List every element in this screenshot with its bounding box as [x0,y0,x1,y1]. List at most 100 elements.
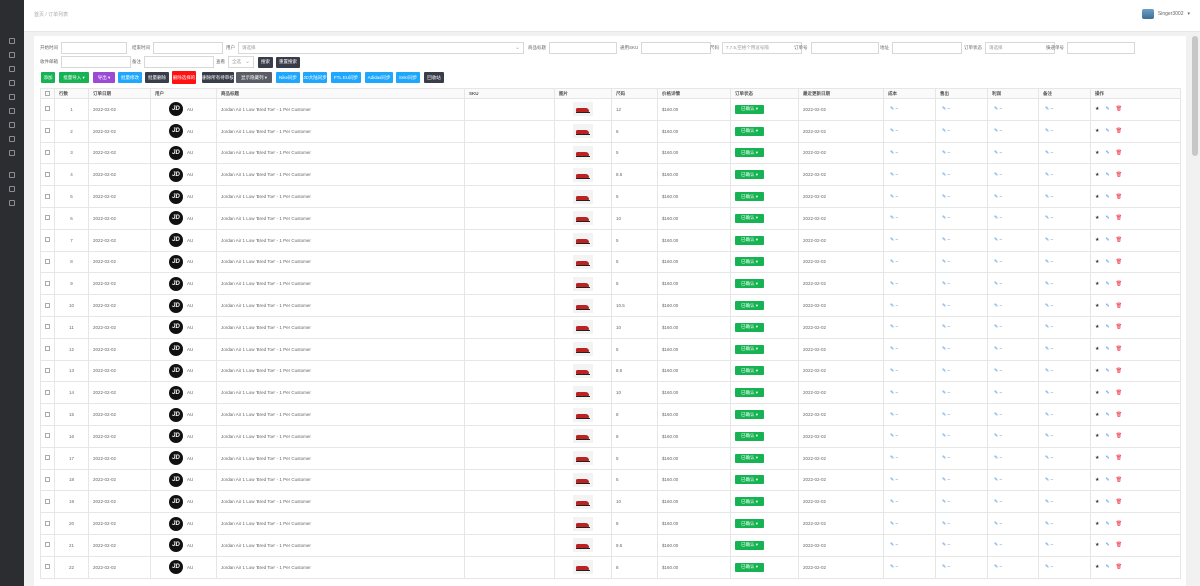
sneaker-thumbnail[interactable] [573,385,593,400]
table-row[interactable]: 12 2022-02-02 JD AU Jordan Air 1 Low 'Bred T… [40,337,1181,361]
table-row[interactable]: 8 2022-02-02 JD AU Jordan Air 1 Low 'Bred To… [40,250,1181,274]
status-dropdown[interactable]: 已确认 ▾ [735,497,765,507]
trash-icon[interactable]: 🗑 [1116,303,1122,309]
star-icon[interactable]: ★ [1095,499,1099,505]
export-button[interactable]: 导出 ▾ [93,72,115,83]
row-checkbox[interactable] [45,346,50,352]
table-row[interactable]: 21 2022-02-02 JD AU Jordan Air 1 Low 'Bred T… [40,533,1181,557]
select-cell[interactable] [40,141,55,165]
table-row[interactable]: 20 2022-02-02 JD AU Jordan Air 1 Low 'Bred T… [40,512,1181,535]
sneaker-thumbnail[interactable] [573,472,593,487]
sneaker-thumbnail[interactable] [573,189,593,204]
row-checkbox[interactable] [45,564,50,570]
sidebar-item-chart[interactable] [0,62,24,76]
status-dropdown[interactable]: 已确认 ▾ [735,366,765,376]
select-cell[interactable] [40,250,55,274]
row-checkbox[interactable] [45,258,50,264]
status-dropdown[interactable]: 已确认 ▾ [735,192,765,202]
row-checkbox[interactable] [45,171,50,177]
status-dropdown[interactable]: 已确认 ▾ [735,301,765,311]
sidebar-item-person[interactable] [0,90,24,104]
scrollbar-thumb[interactable] [1192,36,1198,156]
edit-icon[interactable]: ✎ [1105,259,1109,265]
star-icon[interactable]: ★ [1095,390,1099,396]
edit-icon[interactable]: ✎ [1105,477,1109,483]
select-cell[interactable] [40,446,55,470]
select-cell[interactable] [40,381,55,405]
unique-select[interactable]: 全选 [228,56,254,68]
row-checkbox[interactable] [45,280,50,286]
status-dropdown[interactable]: 已确认 ▾ [735,431,765,441]
sneaker-thumbnail[interactable] [573,451,593,466]
row-checkbox[interactable] [45,542,50,548]
row-checkbox[interactable] [45,389,50,395]
sneaker-thumbnail[interactable] [573,560,593,575]
star-icon[interactable]: ★ [1095,128,1099,134]
row-checkbox[interactable] [45,149,50,155]
table-row[interactable]: 7 2022-02-02 JD AU Jordan Air 1 Low 'Bred To… [40,228,1181,252]
select-cell[interactable] [40,98,55,121]
star-icon[interactable]: ★ [1095,412,1099,418]
star-icon[interactable]: ★ [1095,215,1099,221]
trash-icon[interactable]: 🗑 [1116,455,1122,461]
star-icon[interactable]: ★ [1095,346,1099,352]
row-checkbox[interactable] [45,128,50,134]
edit-icon[interactable]: ✎ [1105,542,1109,548]
sneaker-thumbnail[interactable] [573,276,593,291]
sneaker-thumbnail[interactable] [573,538,593,553]
edit-icon[interactable]: ✎ [1105,128,1109,134]
ftl-sync-button[interactable]: FTL EU同步 [331,72,361,83]
user-select[interactable]: 请选择 [238,42,524,54]
edit-icon[interactable]: ✎ [1105,237,1109,243]
table-row[interactable]: 10 2022-02-02 JD AU Jordan Air 1 Low 'Bred T… [40,294,1181,317]
table-row[interactable]: 22 2022-02-02 JD AU Jordan Air 1 Low 'Bred T… [40,555,1181,579]
recycle-bin-button[interactable]: 回收站 [424,72,444,83]
status-dropdown[interactable]: 已确认 ▾ [735,235,765,245]
sneaker-thumbnail[interactable] [573,363,593,378]
edit-icon[interactable]: ✎ [1105,390,1109,396]
edit-icon[interactable]: ✎ [1105,281,1109,287]
trash-icon[interactable]: 🗑 [1116,433,1122,439]
status-dropdown[interactable]: 已确认 ▾ [735,540,765,550]
table-row[interactable]: 3 2022-02-02 JD AU Jordan Air 1 Low 'Bred To… [40,141,1181,165]
edit-icon[interactable]: ✎ [1105,194,1109,200]
star-icon[interactable]: ★ [1095,194,1099,200]
trash-icon[interactable]: 🗑 [1116,521,1122,527]
table-row[interactable]: 5 2022-02-02 JD AU Jordan Air 1 Low 'Bred To… [40,185,1181,208]
select-cell[interactable] [40,533,55,557]
status-dropdown[interactable]: 已确认 ▾ [735,257,765,267]
star-icon[interactable]: ★ [1095,542,1099,548]
nike-sync-button[interactable]: Nike同步 [276,72,300,83]
sidebar-item-doc[interactable] [0,34,24,48]
sneaker-thumbnail[interactable] [573,516,593,531]
status-dropdown[interactable]: 已确认 ▾ [735,519,765,529]
scrollbar[interactable] [1192,36,1198,586]
edit-icon[interactable]: ✎ [1105,368,1109,374]
trash-icon[interactable]: 🗑 [1116,564,1122,570]
select-cell[interactable] [40,468,55,492]
sneaker-thumbnail[interactable] [573,298,593,313]
breadcrumb[interactable]: 首页 / 订单列表 [34,11,68,18]
row-checkbox[interactable] [45,498,50,504]
sidebar-item-report[interactable] [0,146,24,160]
select-cell[interactable] [40,315,55,339]
sidebar-item-settings[interactable] [0,76,24,90]
status-dropdown[interactable]: 已确认 ▾ [735,388,765,398]
row-checkbox[interactable] [45,520,50,526]
table-row[interactable]: 4 2022-02-02 JD AU Jordan Air 1 Low 'Bred To… [40,163,1181,187]
edit-icon[interactable]: ✎ [1105,106,1109,112]
select-all-checkbox[interactable] [45,90,50,96]
email-input[interactable] [61,56,131,68]
table-row[interactable]: 2 2022-02-02 JD AU Jordan Air 1 Low 'Bred To… [40,119,1181,143]
star-icon[interactable]: ★ [1095,433,1099,439]
end-date-input[interactable] [153,42,223,54]
sneaker-thumbnail[interactable] [573,211,593,226]
sidebar-item-card[interactable] [0,104,24,118]
tracking-input[interactable] [1067,42,1135,54]
status-dropdown[interactable]: 已确认 ▾ [735,148,765,158]
sidebar-item-folder[interactable] [0,118,24,132]
size-input[interactable]: 7,7.5,空格个用逗号隔 [722,42,802,54]
table-row[interactable]: 9 2022-02-02 JD AU Jordan Air 1 Low 'Bred To… [40,272,1181,296]
edit-icon[interactable]: ✎ [1105,150,1109,156]
star-icon[interactable]: ★ [1095,368,1099,374]
